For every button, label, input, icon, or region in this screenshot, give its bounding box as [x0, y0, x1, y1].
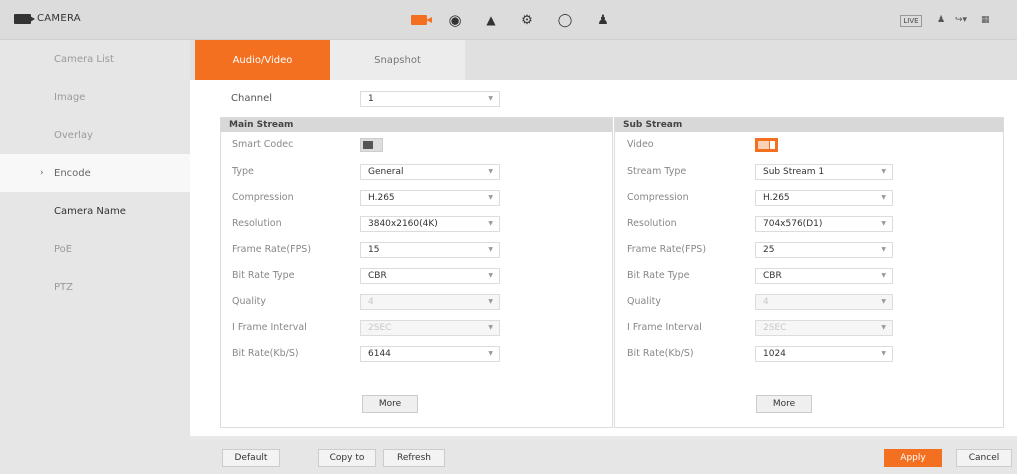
- chevron-down-icon: ▼: [488, 272, 493, 279]
- sidebar-item-poe[interactable]: PoE: [0, 230, 190, 268]
- compression-label: Compression: [232, 192, 294, 203]
- sidebar-item-image[interactable]: Image: [0, 78, 190, 116]
- user-icon[interactable]: ♟: [937, 15, 945, 25]
- sub-resolution-select[interactable]: 704x576(D1) ▼: [755, 216, 893, 232]
- chevron-down-icon: ▼: [488, 350, 493, 357]
- chevron-down-icon: ▼: [488, 168, 493, 175]
- sub-compression-select[interactable]: H.265 ▼: [755, 190, 893, 206]
- live-button[interactable]: LIVE: [900, 15, 922, 27]
- chevron-down-icon: ▼: [488, 298, 493, 305]
- tab-audio-video[interactable]: Audio/Video: [195, 40, 330, 80]
- sub-bit-rate-select[interactable]: 1024 ▼: [755, 346, 893, 362]
- logout-icon[interactable]: ↪▾: [955, 15, 967, 25]
- frame-rate-select[interactable]: 15 ▼: [360, 242, 500, 258]
- network-icon[interactable]: ◉: [446, 11, 464, 29]
- sub-stream-title: Sub Stream: [615, 118, 1003, 132]
- frame-rate-label: Frame Rate(FPS): [232, 244, 312, 255]
- chevron-down-icon: ▼: [881, 298, 886, 305]
- chevron-down-icon: ▼: [488, 194, 493, 201]
- chevron-down-icon: ▼: [881, 272, 886, 279]
- sub-resolution-label: Resolution: [627, 218, 677, 229]
- default-button[interactable]: Default: [222, 449, 280, 467]
- camera-menu-icon[interactable]: [410, 11, 432, 29]
- chevron-down-icon: ▼: [488, 246, 493, 253]
- chevron-right-icon: ›: [40, 168, 44, 178]
- compression-select[interactable]: H.265 ▼: [360, 190, 500, 206]
- video-toggle[interactable]: [755, 138, 778, 152]
- bit-rate-label: Bit Rate(Kb/S): [232, 348, 299, 359]
- sidebar-item-camera-name[interactable]: Camera Name: [0, 192, 190, 230]
- app-brand: CAMERA: [14, 13, 81, 24]
- stream-type-select[interactable]: Sub Stream 1 ▼: [755, 164, 893, 180]
- sidebar-item-encode[interactable]: › Encode: [0, 154, 190, 192]
- sub-compression-label: Compression: [627, 192, 689, 203]
- sub-frame-rate-label: Frame Rate(FPS): [627, 244, 707, 255]
- quality-label: Quality: [232, 296, 266, 307]
- type-label: Type: [232, 166, 254, 177]
- resolution-select[interactable]: 3840x2160(4K) ▼: [360, 216, 500, 232]
- main-stream-more-button[interactable]: More: [362, 395, 418, 413]
- bit-rate-select[interactable]: 6144 ▼: [360, 346, 500, 362]
- tab-bar: Audio/Video Snapshot: [190, 40, 1017, 80]
- account-icon[interactable]: ♟: [594, 11, 612, 29]
- channel-select[interactable]: 1 ▼: [360, 91, 500, 107]
- bit-rate-type-label: Bit Rate Type: [232, 270, 295, 281]
- video-label: Video: [627, 139, 654, 150]
- stream-type-label: Stream Type: [627, 166, 687, 177]
- sub-bit-rate-type-select[interactable]: CBR ▼: [755, 268, 893, 284]
- quality-select: 4 ▼: [360, 294, 500, 310]
- smart-codec-label: Smart Codec: [232, 139, 294, 150]
- resolution-label: Resolution: [232, 218, 282, 229]
- top-bar: CAMERA ◉ ▲ ⚙ ◯ ♟ LIVE ♟ ↪▾ ▦: [0, 0, 1017, 40]
- chevron-down-icon: ▼: [488, 220, 493, 227]
- sub-quality-label: Quality: [627, 296, 661, 307]
- settings-icon[interactable]: ⚙: [518, 11, 536, 29]
- camera-icon: [14, 13, 35, 24]
- sub-frame-rate-select[interactable]: 25 ▼: [755, 242, 893, 258]
- type-select[interactable]: General ▼: [360, 164, 500, 180]
- grid-menu-icon[interactable]: ▦: [981, 15, 990, 25]
- app-title: CAMERA: [37, 13, 81, 24]
- storage-icon[interactable]: ▲: [482, 11, 500, 29]
- main-stream-title: Main Stream: [221, 118, 612, 132]
- sub-iframe-interval-label: I Frame Interval: [627, 322, 702, 333]
- channel-label: Channel: [231, 93, 273, 104]
- chevron-down-icon: ▼: [881, 168, 886, 175]
- cancel-button[interactable]: Cancel: [956, 449, 1012, 467]
- sidebar: Camera List Image Overlay › Encode Camer…: [0, 40, 190, 474]
- iframe-interval-label: I Frame Interval: [232, 322, 307, 333]
- iframe-interval-select: 2SEC ▼: [360, 320, 500, 336]
- bit-rate-type-select[interactable]: CBR ▼: [360, 268, 500, 284]
- chevron-down-icon: ▼: [881, 350, 886, 357]
- sidebar-item-ptz[interactable]: PTZ: [0, 268, 190, 306]
- sidebar-item-overlay[interactable]: Overlay: [0, 116, 190, 154]
- chevron-down-icon: ▼: [488, 95, 493, 102]
- sub-iframe-interval-select: 2SEC ▼: [755, 320, 893, 336]
- copy-to-button[interactable]: Copy to: [318, 449, 376, 467]
- sub-stream-more-button[interactable]: More: [756, 395, 812, 413]
- sub-bit-rate-label: Bit Rate(Kb/S): [627, 348, 694, 359]
- refresh-button[interactable]: Refresh: [383, 449, 445, 467]
- sidebar-item-camera-list[interactable]: Camera List: [0, 40, 190, 78]
- smart-codec-toggle[interactable]: [360, 138, 383, 152]
- chevron-down-icon: ▼: [881, 324, 886, 331]
- apply-button[interactable]: Apply: [884, 449, 942, 467]
- chevron-down-icon: ▼: [881, 194, 886, 201]
- chevron-down-icon: ▼: [881, 220, 886, 227]
- security-icon[interactable]: ◯: [556, 11, 574, 29]
- sub-bit-rate-type-label: Bit Rate Type: [627, 270, 690, 281]
- chevron-down-icon: ▼: [488, 324, 493, 331]
- sub-quality-select: 4 ▼: [755, 294, 893, 310]
- tab-snapshot[interactable]: Snapshot: [330, 40, 465, 80]
- chevron-down-icon: ▼: [881, 246, 886, 253]
